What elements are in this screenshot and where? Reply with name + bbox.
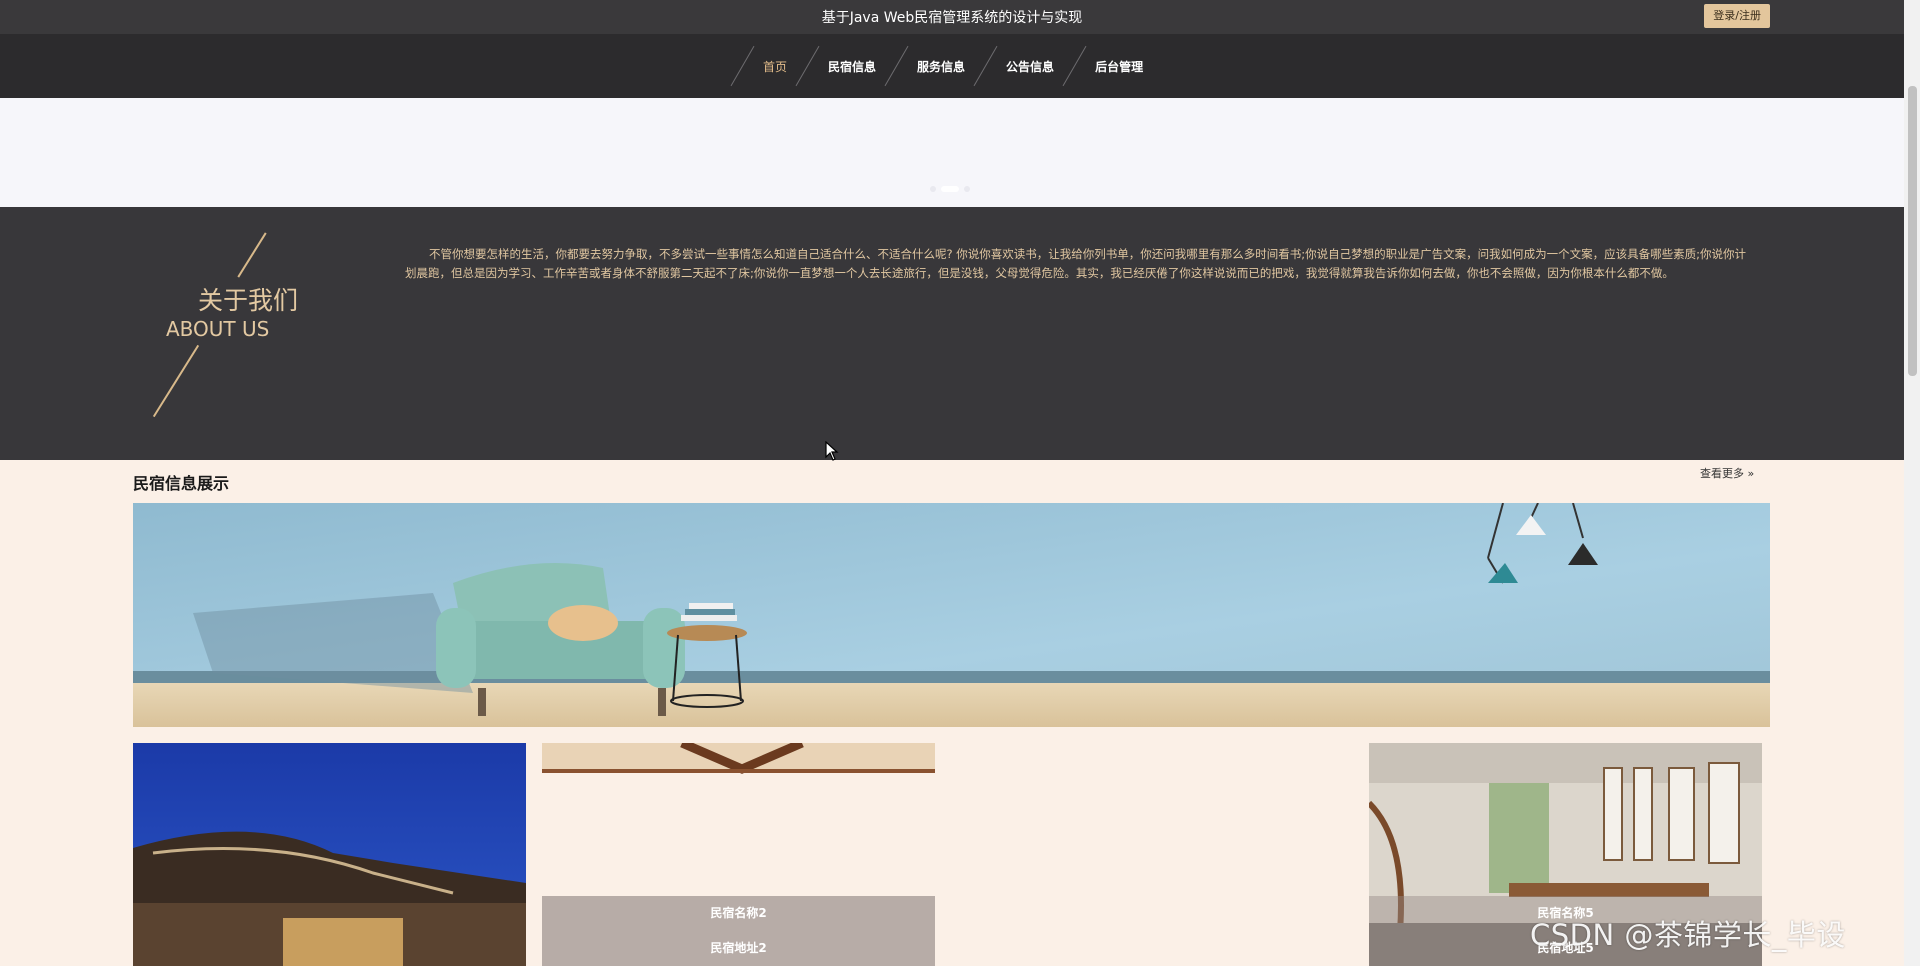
double-chevron-right-icon: » [1744,467,1755,480]
nav-divider [795,45,820,87]
nav-item-notice-info[interactable]: 公告信息 [1000,58,1060,75]
nav-item-service-info[interactable]: 服务信息 [911,58,971,75]
carousel-dot[interactable] [964,186,970,192]
csdn-watermark: CSDN @茶锦学长_毕设 [1530,918,1846,952]
view-more-label: 查看更多 [1700,467,1744,480]
mouse-cursor-icon [825,441,839,461]
about-text: 不管你想要怎样的生活，你都要去努力争取，不多尝试一些事情怎么知道自己适合什么、不… [405,247,1746,280]
about-decor-line [237,232,267,278]
carousel-dot-active[interactable] [941,186,959,192]
living-room-illustration [133,503,1770,727]
main-nav: 首页 民宿信息 服务信息 公告信息 后台管理 [0,34,1904,98]
homestay-photo-night-temple [133,743,526,966]
nav-item-admin[interactable]: 后台管理 [1089,58,1149,75]
about-title-cn: 关于我们 [198,286,299,315]
section-title: 民宿信息展示 [133,474,230,493]
homestay-hero-image[interactable] [133,503,1770,727]
homestay-name: 民宿名称2 [710,906,767,920]
homestay-card-2[interactable]: 民宿名称2 民宿地址2 [542,743,935,966]
homestay-address: 民宿地址2 [710,941,767,955]
nav-divider [730,45,755,87]
homestay-card-1[interactable] [133,743,526,966]
nav-item-homestay-info[interactable]: 民宿信息 [822,58,882,75]
scrollbar-thumb[interactable] [1908,86,1917,376]
login-register-button[interactable]: 登录/注册 [1704,4,1770,28]
about-section: 关于我们 ABOUT US 不管你想要怎样的生活，你都要去努力争取，不多尝试一些… [0,207,1904,460]
nav-divider [973,45,998,87]
nav-item-home[interactable]: 首页 [757,58,793,75]
top-title-bar: 基于Java Web民宿管理系统的设计与实现 登录/注册 [0,0,1904,34]
view-more-link[interactable]: 查看更多 » [1700,465,1754,481]
carousel-indicators [930,186,970,192]
nav-divider [884,45,909,87]
banner-carousel[interactable] [0,98,1904,207]
about-decor-line [152,344,200,418]
site-title: 基于Java Web民宿管理系统的设计与实现 [821,10,1083,26]
card-caption: 民宿名称2 民宿地址2 [542,896,935,966]
page-scrollbar[interactable] [1904,0,1920,966]
about-title-en: ABOUT US [166,317,270,341]
nav-divider [1062,45,1087,87]
carousel-dot[interactable] [930,186,936,192]
